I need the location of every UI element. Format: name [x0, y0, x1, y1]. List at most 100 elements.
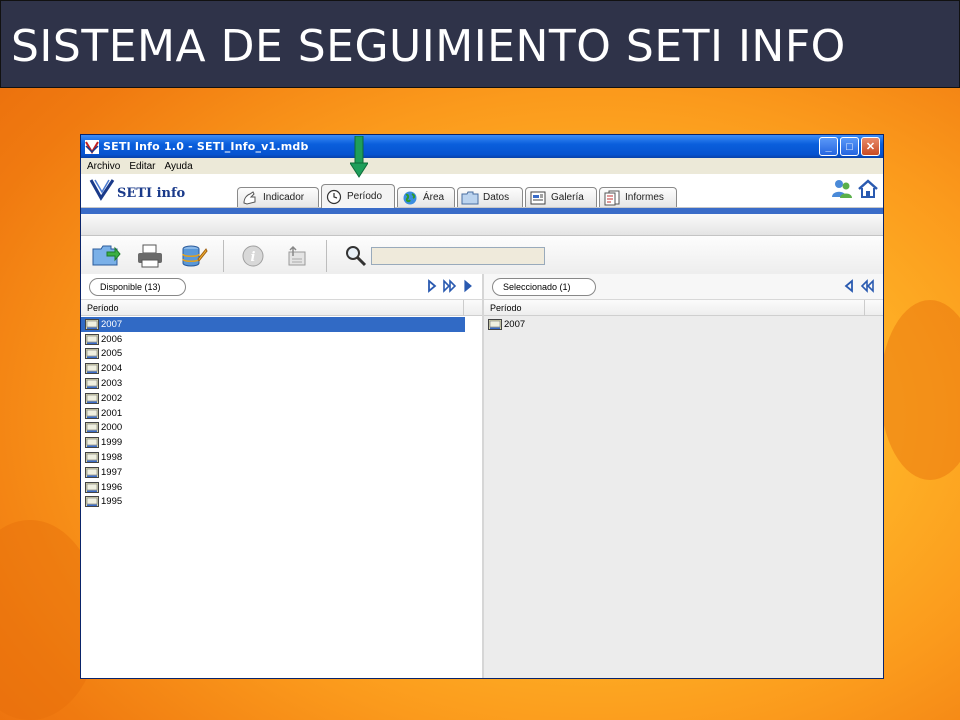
minimize-button[interactable]: _	[819, 137, 838, 156]
window-title: SETI Info 1.0 - SETI_Info_v1.mdb	[103, 140, 309, 153]
tab-label: Período	[347, 191, 383, 202]
tab-label: Datos	[483, 192, 510, 203]
list-item[interactable]: 2002	[81, 391, 465, 406]
list-item-label: 1999	[101, 437, 123, 449]
list-item[interactable]: 1999	[81, 435, 465, 450]
info-icon: i	[242, 245, 264, 266]
list-item[interactable]: 2005	[81, 347, 465, 362]
background-blob	[880, 300, 960, 480]
print-button[interactable]	[135, 241, 165, 271]
list-item[interactable]: 2003	[81, 376, 465, 391]
clock-icon	[326, 189, 342, 204]
seti-logo: SETI info	[89, 177, 185, 201]
list-item-label: 2002	[101, 392, 123, 404]
maximize-button[interactable]: □	[840, 137, 859, 156]
list-item-label: 1995	[101, 496, 123, 508]
print-icon	[138, 244, 162, 267]
period-item-icon	[85, 407, 99, 419]
list-item[interactable]: 2007	[81, 317, 465, 332]
tab-indicador[interactable]: Indicador	[237, 187, 319, 207]
tab-area[interactable]: Área	[397, 187, 455, 207]
list-item-label: 2006	[101, 333, 123, 345]
period-item-icon	[488, 318, 502, 330]
selected-panel: Seleccionado (1) Período 2007	[484, 274, 883, 678]
pointer-arrow-icon	[350, 136, 368, 178]
period-item-icon	[85, 392, 99, 404]
panels: Disponible (13) Período 2007 2006 2005 2004…	[81, 274, 883, 678]
database-edit-button[interactable]	[179, 241, 209, 271]
move-all-left-icon[interactable]	[859, 279, 875, 293]
menu-editar[interactable]: Editar	[129, 161, 155, 172]
reports-icon	[604, 190, 620, 205]
open-folder-button[interactable]	[91, 241, 121, 271]
seti-app-icon	[85, 139, 99, 154]
menu-bar: Archivo Editar Ayuda	[81, 158, 883, 174]
available-count-label: Disponible (13)	[89, 278, 186, 296]
available-panel-header: Disponible (13)	[81, 274, 482, 300]
list-item[interactable]: 1997	[81, 465, 465, 480]
slide-title: SISTEMA DE SEGUIMIENTO SETI INFO	[11, 20, 846, 72]
tab-bar: SETI info Indicador Período Área Datos G…	[81, 174, 883, 208]
period-item-icon	[85, 422, 99, 434]
tab-galeria[interactable]: Galería	[525, 187, 597, 207]
available-column-header[interactable]: Período	[81, 300, 482, 316]
list-item-label: 1998	[101, 452, 123, 464]
hand-icon	[243, 190, 256, 205]
move-right-icon[interactable]	[462, 279, 474, 293]
available-list: 2007 2006 2005 2004 2003 2002 2001 2000 1999 1998…	[81, 316, 482, 509]
column-label: Período	[87, 302, 119, 313]
tab-periodo[interactable]: Período	[321, 184, 395, 208]
tab-informes[interactable]: Informes	[599, 187, 677, 207]
move-left-icon[interactable]	[843, 279, 855, 293]
tab-label: Informes	[625, 192, 664, 203]
list-item[interactable]: 2000	[81, 421, 465, 436]
users-icon[interactable]	[831, 178, 853, 200]
selected-count-label: Seleccionado (1)	[492, 278, 596, 296]
selected-column-header[interactable]: Período	[484, 300, 883, 316]
list-item[interactable]: 2007	[484, 317, 868, 332]
list-item[interactable]: 1998	[81, 450, 465, 465]
export-button[interactable]	[282, 241, 312, 271]
period-item-icon	[85, 496, 99, 508]
app-window: SETI Info 1.0 - SETI_Info_v1.mdb _ □ ✕ A…	[80, 134, 884, 679]
title-bar[interactable]: SETI Info 1.0 - SETI_Info_v1.mdb _ □ ✕	[81, 135, 883, 158]
list-item-label: 2007	[504, 318, 526, 330]
database-edit-icon	[182, 245, 208, 266]
period-item-icon	[85, 333, 99, 345]
move-all-right-icon[interactable]	[442, 279, 458, 293]
list-item[interactable]: 2006	[81, 332, 465, 347]
period-item-icon	[85, 363, 99, 375]
menu-ayuda[interactable]: Ayuda	[164, 161, 192, 172]
list-item[interactable]: 1995	[81, 495, 465, 510]
close-button[interactable]: ✕	[861, 137, 880, 156]
period-item-icon	[85, 481, 99, 493]
status-strip	[81, 214, 883, 236]
search-input[interactable]	[371, 247, 545, 265]
period-item-icon	[85, 378, 99, 390]
list-item-label: 1997	[101, 466, 123, 478]
toolbar-separator	[223, 239, 224, 272]
topright-icons	[831, 178, 879, 200]
list-item-label: 2005	[101, 348, 123, 360]
move-right-icon[interactable]	[426, 279, 438, 293]
slide-header: SISTEMA DE SEGUIMIENTO SETI INFO	[0, 0, 960, 88]
tab-label: Indicador	[263, 192, 305, 203]
selected-list: 2007	[484, 316, 883, 332]
search-icon	[346, 245, 367, 266]
tab-datos[interactable]: Datos	[457, 187, 523, 207]
period-item-icon	[85, 452, 99, 464]
period-item-icon	[85, 437, 99, 449]
home-icon[interactable]	[857, 178, 879, 200]
list-item[interactable]: 2001	[81, 406, 465, 421]
selected-panel-header: Seleccionado (1)	[484, 274, 883, 300]
toolbar: i	[81, 236, 883, 276]
list-item-label: 1996	[101, 481, 123, 493]
tab-label: Área	[423, 192, 445, 203]
info-button[interactable]: i	[238, 241, 268, 271]
list-item[interactable]: 2004	[81, 361, 465, 376]
list-item-label: 2004	[101, 363, 123, 375]
menu-archivo[interactable]: Archivo	[87, 161, 120, 172]
list-item[interactable]: 1996	[81, 480, 465, 495]
search-button[interactable]	[341, 241, 371, 271]
period-item-icon	[85, 466, 99, 478]
